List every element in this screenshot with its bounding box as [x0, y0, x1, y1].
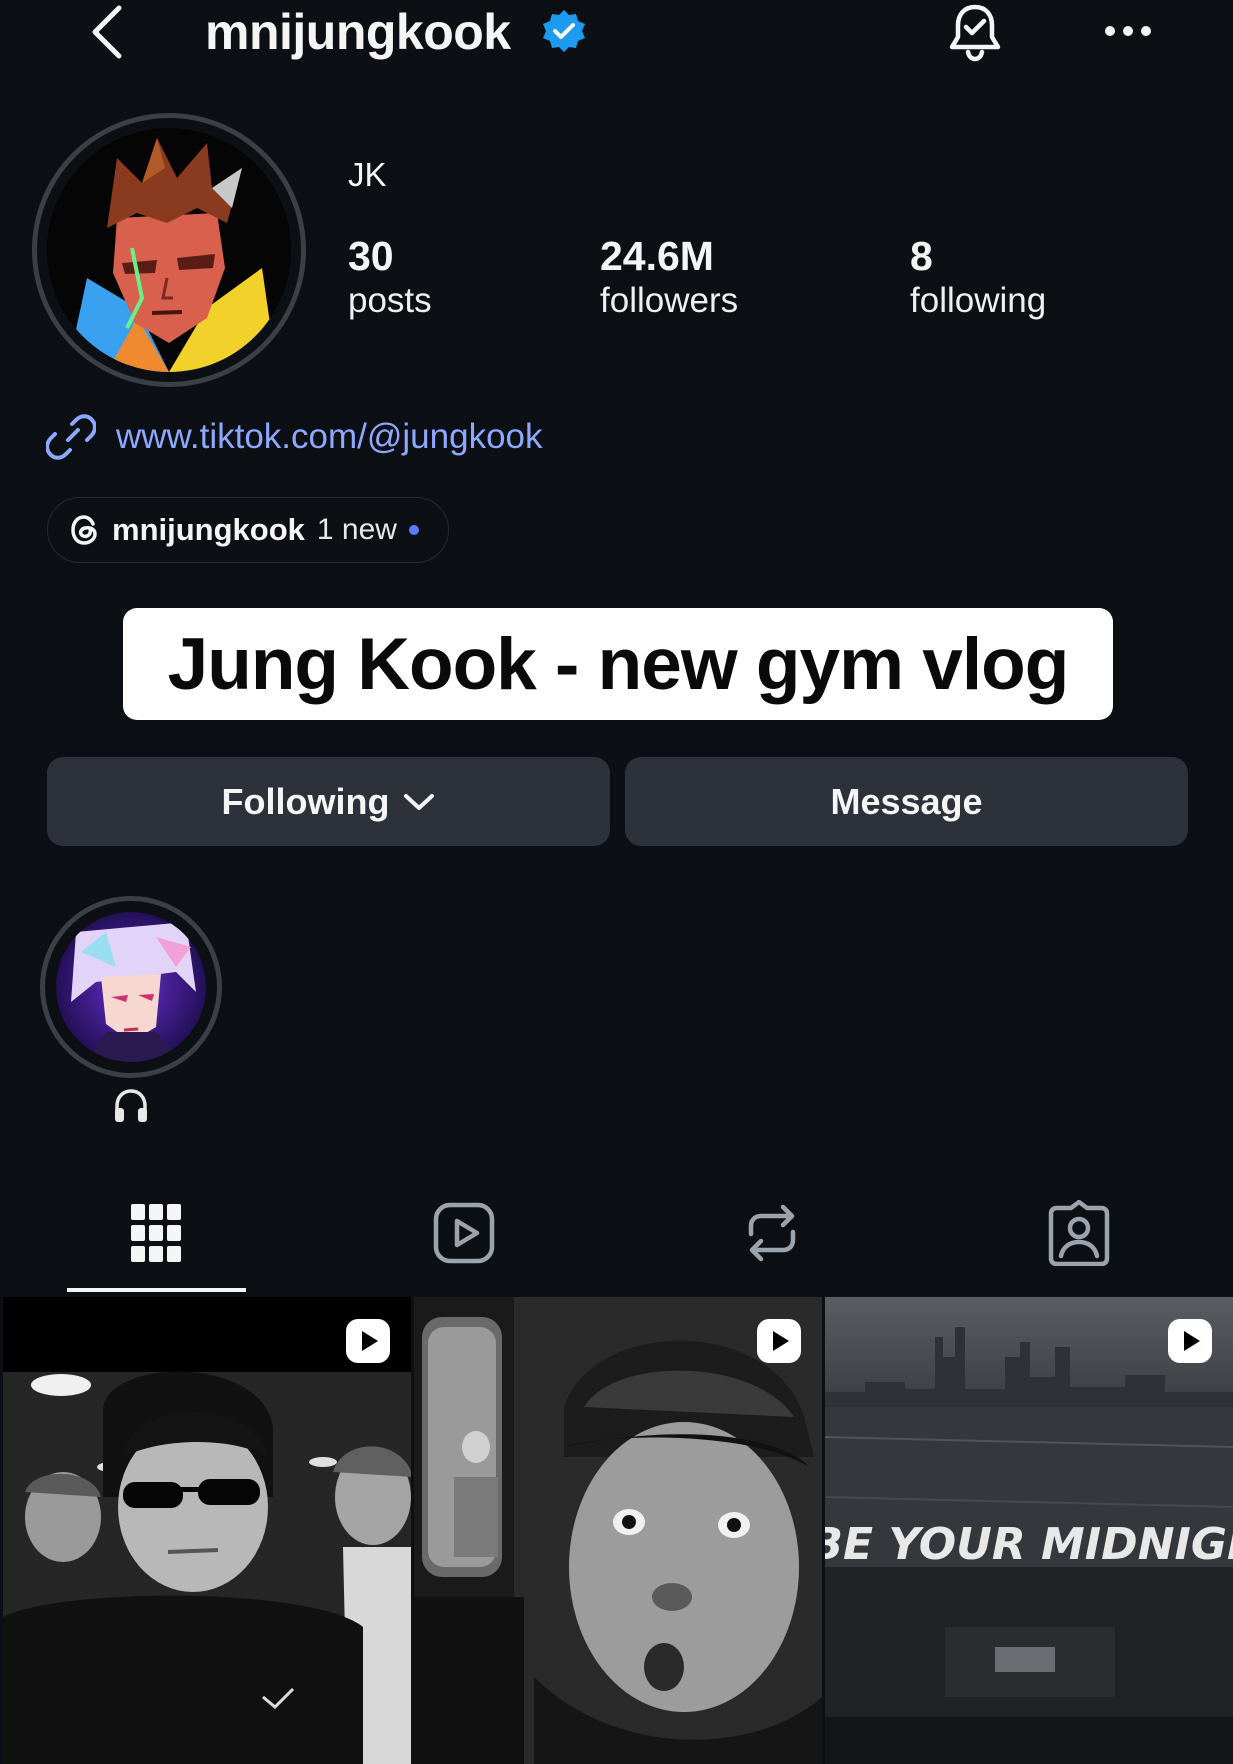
tab-tagged[interactable]	[1019, 1190, 1139, 1276]
back-button[interactable]	[82, 0, 132, 64]
post-overlay-text: T BE YOUR MIDNIGHT	[825, 1519, 1233, 1570]
posts-count[interactable]: 30 posts	[348, 232, 432, 322]
post-tile[interactable]	[3, 1297, 411, 1764]
reel-play-icon	[346, 1319, 390, 1363]
chevron-down-icon	[404, 793, 435, 810]
following-count-label: following	[910, 281, 1047, 320]
post-thumbnail: T BE YOUR MIDNIGHT	[825, 1297, 1233, 1764]
profile-display-name: JK	[348, 156, 387, 193]
post-tile[interactable]: T BE YOUR MIDNIGHT	[825, 1297, 1233, 1764]
following-button[interactable]: Following	[47, 757, 610, 846]
caption-overlay-text: Jung Kook - new gym vlog	[167, 623, 1070, 705]
profile-avatar[interactable]	[32, 113, 306, 387]
reel-play-icon	[757, 1319, 801, 1363]
profile-link[interactable]: www.tiktok.com/@jungkook	[46, 410, 543, 464]
threads-username: mnijungkook	[112, 512, 305, 547]
more-options-button[interactable]	[1098, 6, 1158, 56]
tab-grid[interactable]	[96, 1190, 216, 1276]
message-button-label: Message	[830, 780, 983, 822]
avatar-image	[47, 128, 291, 372]
post-thumbnail	[414, 1297, 822, 1764]
following-count[interactable]: 8 following	[910, 232, 1046, 322]
active-tab-indicator	[67, 1288, 246, 1292]
grid-icon	[131, 1204, 181, 1262]
tagged-person-icon	[1048, 1200, 1110, 1266]
profile-link-text: www.tiktok.com/@jungkook	[116, 417, 543, 456]
post-tile[interactable]	[414, 1297, 822, 1764]
reel-play-icon	[1168, 1319, 1212, 1363]
followers-count[interactable]: 24.6M followers	[600, 232, 738, 322]
notifications-button[interactable]	[945, 0, 1005, 64]
message-button[interactable]: Message	[625, 757, 1188, 846]
headphones-icon	[106, 1083, 156, 1129]
reels-icon	[433, 1202, 495, 1264]
posts-count-label: posts	[348, 281, 432, 320]
profile-header: mnijungkook	[0, 0, 1233, 64]
threads-new-dot	[408, 525, 419, 535]
tab-reposts[interactable]	[712, 1190, 832, 1276]
tab-reels[interactable]	[404, 1190, 524, 1276]
post-thumbnail	[3, 1297, 411, 1764]
repost-icon	[748, 1204, 796, 1262]
verified-badge-icon	[540, 8, 588, 56]
more-horizontal-icon	[1105, 26, 1151, 36]
highlight-cover-image	[56, 912, 206, 1062]
story-highlight[interactable]	[40, 896, 222, 1078]
link-icon	[46, 414, 96, 460]
following-count-value: 8	[910, 233, 933, 279]
followers-count-value: 24.6M	[600, 233, 714, 279]
followers-count-label: followers	[600, 281, 739, 320]
caption-overlay: Jung Kook - new gym vlog	[123, 608, 1113, 720]
threads-icon	[71, 515, 97, 545]
posts-count-value: 30	[348, 233, 394, 279]
following-button-label: Following	[221, 780, 390, 822]
profile-username: mnijungkook	[205, 4, 511, 60]
chevron-left-icon	[92, 5, 122, 59]
threads-badge[interactable]: mnijungkook 1 new	[47, 497, 449, 563]
threads-new-count: 1 new	[316, 513, 397, 546]
bell-check-icon	[949, 4, 1001, 62]
